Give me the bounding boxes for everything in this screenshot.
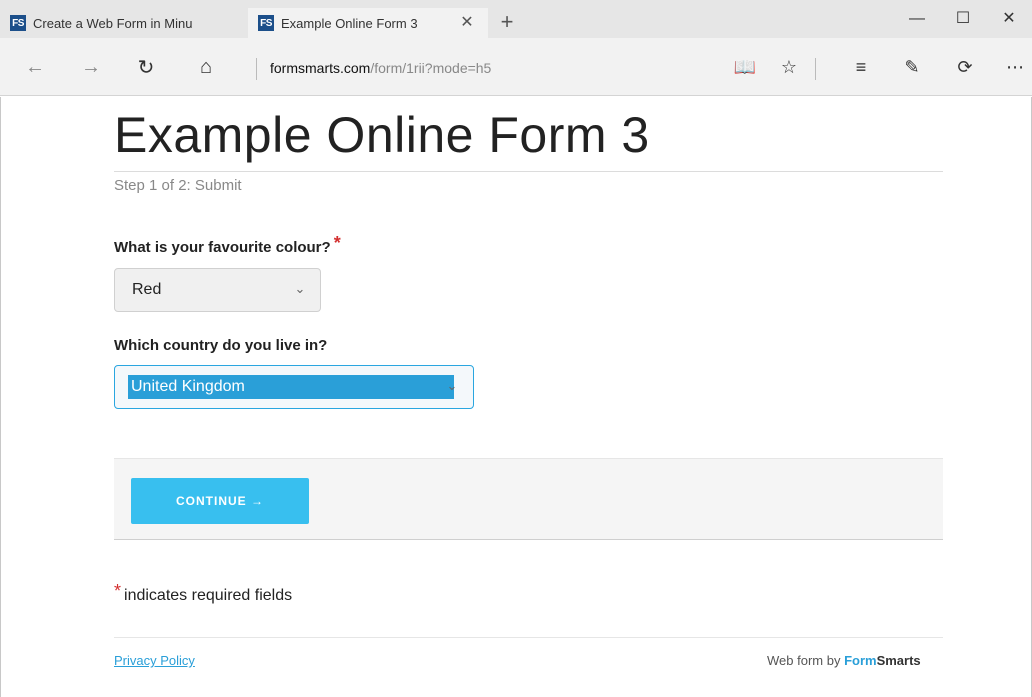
form-title: Example Online Form 3 [114,107,650,163]
toolbar-divider [815,58,816,80]
country-select-value: United Kingdom [128,375,454,399]
formsmarts-favicon-icon: FS [10,15,26,31]
title-divider [114,171,943,172]
tab-title: Create a Web Form in Minu [33,15,193,31]
address-path: /form/1rii?mode=h5 [370,60,492,76]
chevron-down-icon: ⌄ [446,378,458,393]
colour-question-label: What is your favourite colour? * [114,233,341,256]
powered-by-text: Web form by [767,653,845,668]
minimize-icon[interactable]: — [894,6,940,32]
colour-question-text: What is your favourite colour? [114,239,331,256]
continue-button[interactable]: CONTINUE → [131,478,309,524]
address-divider [256,58,257,80]
required-fields-note: * indicates required fields [114,581,292,605]
formsmarts-logo-form[interactable]: Form [844,653,877,668]
required-asterisk: * [114,581,122,601]
favorite-star-icon[interactable]: ☆ [774,52,804,82]
close-tab-icon[interactable]: ✕ [456,12,478,32]
address-domain: formsmarts.com [270,60,371,76]
hub-icon[interactable]: ≡ [846,52,876,82]
formsmarts-logo-smarts[interactable]: Smarts [877,653,921,668]
tab-create-web-form[interactable]: FS Create a Web Form in Minu [0,8,246,38]
window-close-icon[interactable]: ✕ [986,6,1032,32]
maximize-icon[interactable]: ☐ [940,6,986,32]
colour-select-value: Red [132,281,162,298]
tab-example-online-form[interactable]: FS Example Online Form 3 ✕ [248,8,488,38]
web-note-icon[interactable]: ✎ [897,52,927,82]
tab-bar: FS Create a Web Form in Minu FS Example … [0,0,1032,38]
page-content: Example Online Form 3 Step 1 of 2: Submi… [0,97,1032,697]
new-tab-icon[interactable]: + [494,10,520,34]
chevron-down-icon: ⌄ [294,281,306,296]
country-select[interactable]: United Kingdom ⌄ [114,365,474,409]
back-icon[interactable]: ← [20,52,50,82]
forward-icon[interactable]: → [76,52,106,82]
footer-divider [114,637,943,638]
refresh-icon[interactable]: ↻ [131,52,161,82]
privacy-policy-link[interactable]: Privacy Policy [114,653,195,668]
required-asterisk: * [333,233,341,253]
navigation-bar: ← → ↻ ⌂ formsmarts.com/form/1rii?mode=h5… [0,38,1032,96]
country-question-label: Which country do you live in? [114,337,328,354]
powered-by: Web form by FormSmarts [767,653,921,668]
form-actions: CONTINUE → [114,458,943,540]
share-icon[interactable]: ⟳ [950,52,980,82]
home-icon[interactable]: ⌂ [191,52,221,82]
colour-select[interactable]: Red ⌄ [114,268,321,312]
step-indicator: Step 1 of 2: Submit [114,177,242,194]
more-icon[interactable]: ⋯ [1000,52,1030,82]
formsmarts-favicon-icon: FS [258,15,274,31]
tab-title: Example Online Form 3 [281,15,418,31]
reading-view-icon[interactable]: 📖 [730,52,760,82]
address-bar[interactable]: formsmarts.com/form/1rii?mode=h5 [270,58,491,78]
required-note-text: indicates required fields [124,587,293,604]
